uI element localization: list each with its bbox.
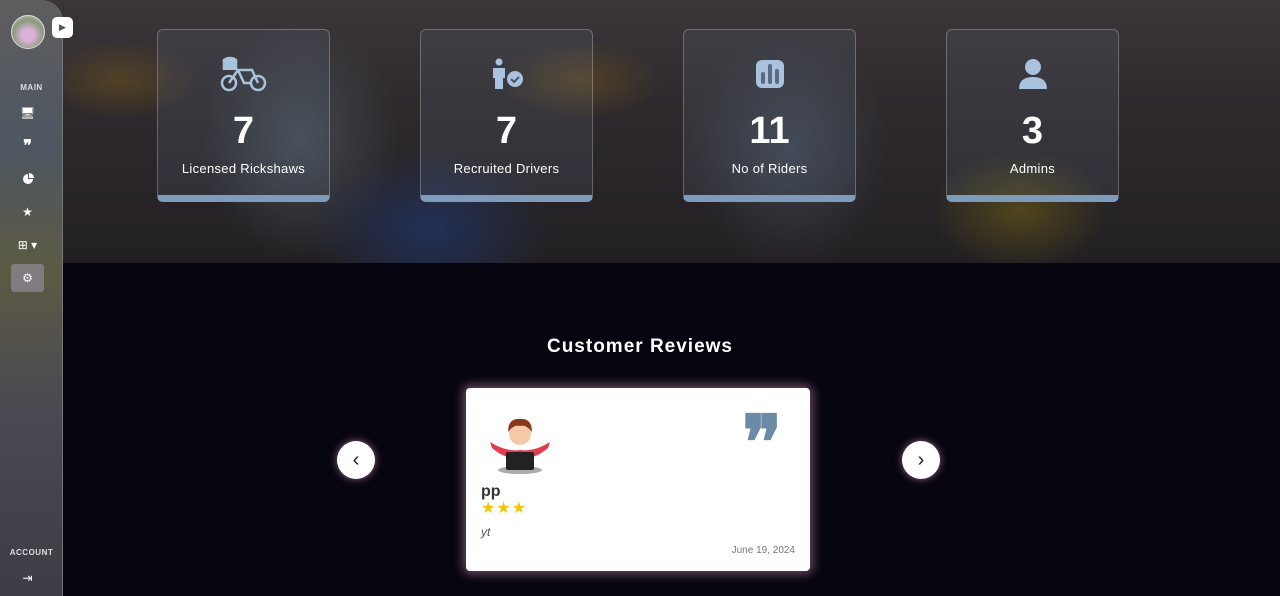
- stat-label: No of Riders: [731, 161, 808, 176]
- pie-chart-icon[interactable]: [11, 165, 44, 193]
- stat-value: 7: [232, 110, 255, 152]
- stat-label: Recruited Drivers: [453, 161, 560, 176]
- user-check-icon: [421, 52, 592, 96]
- star-icon[interactable]: ★: [11, 198, 44, 226]
- stat-value: 7: [495, 110, 518, 152]
- dashboard-icon[interactable]: 🖥︎: [11, 99, 44, 127]
- settings-icon[interactable]: ⚙: [11, 264, 44, 292]
- stat-card-admins: 3 Admins: [946, 29, 1119, 202]
- review-text: yt: [481, 525, 491, 539]
- stat-card-drivers: 7 Recruited Drivers: [420, 29, 593, 202]
- stat-card-rickshaws: 7 Licensed Rickshaws: [157, 29, 330, 202]
- stat-value: 3: [1021, 110, 1044, 152]
- avatar[interactable]: [11, 15, 45, 49]
- reviewer-avatar-image: [486, 404, 554, 476]
- sidebar-toggle-button[interactable]: ▶: [52, 17, 73, 38]
- section-account: ACCOUNT: [9, 548, 54, 557]
- review-card: ❞ pp ★★★ yt June 19, 2024: [466, 388, 810, 571]
- review-date: June 19, 2024: [731, 545, 795, 556]
- star-icon: ★: [496, 500, 512, 517]
- quote-icon: ❞: [742, 400, 782, 486]
- next-review-button[interactable]: ›: [902, 441, 940, 479]
- user-icon: [947, 52, 1118, 96]
- section-main: MAIN: [20, 83, 43, 92]
- logout-icon[interactable]: ⇥: [11, 564, 44, 592]
- quote-icon[interactable]: ❞: [11, 132, 44, 160]
- sidebar: MAIN 🖥︎ ❞ ★ ⊞ ▾ ⚙ ACCOUNT ⇥: [0, 0, 63, 596]
- stat-card-riders: 11 No of Riders: [683, 29, 856, 202]
- reviews-title: Customer Reviews: [546, 336, 733, 357]
- stat-label: Licensed Rickshaws: [181, 161, 306, 176]
- stat-value: 11: [749, 110, 790, 152]
- star-icon: ★: [511, 500, 528, 517]
- prev-review-button[interactable]: ‹: [337, 441, 375, 479]
- stat-label: Admins: [1009, 161, 1056, 176]
- bar-chart-icon: [684, 52, 855, 96]
- rickshaw-icon: [158, 52, 329, 96]
- table-dropdown-icon[interactable]: ⊞ ▾: [11, 231, 44, 259]
- star-icon: ★: [481, 500, 497, 517]
- rating-stars: ★★★: [481, 498, 527, 518]
